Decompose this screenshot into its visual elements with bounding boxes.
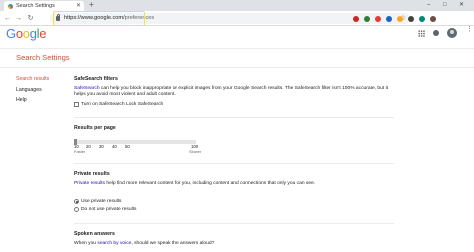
private-results-desc-text: help find more relevant content for you,… <box>104 181 316 186</box>
reload-icon[interactable]: ↻ <box>26 13 35 24</box>
back-arrow-icon[interactable]: ← <box>3 13 12 24</box>
safesearch-link[interactable]: SafeSearch <box>74 86 100 91</box>
sidebar-item-search-results[interactable]: Search results <box>16 76 49 83</box>
sidebar-item-help[interactable]: Help <box>16 97 27 104</box>
safesearch-description: SafeSearch can help you block inappropri… <box>74 86 394 98</box>
lock-safesearch-link[interactable]: Lock SafeSearch <box>126 102 163 108</box>
use-private-results-radio[interactable] <box>74 199 79 204</box>
safesearch-checkbox[interactable] <box>74 102 79 107</box>
slider-tick-label[interactable]: 40 <box>112 144 117 149</box>
google-logo-letter: G <box>6 26 16 41</box>
google-favicon-icon <box>8 3 13 9</box>
extension-icon-5[interactable] <box>397 16 403 22</box>
browser-tab[interactable]: Search Settings ✕ <box>4 1 84 11</box>
private-results-title: Private results <box>74 171 110 177</box>
do-not-use-private-results-radio[interactable] <box>74 207 79 212</box>
spoken-answers-desc-pre: When you <box>74 241 98 246</box>
safesearch-title: SafeSearch filters <box>74 76 118 82</box>
section-divider <box>74 223 394 224</box>
browser-menu-icon[interactable]: ⋮ <box>466 25 473 35</box>
extension-icon-1[interactable] <box>353 16 359 22</box>
section-divider <box>74 163 394 164</box>
title-divider <box>0 67 474 68</box>
tab-strip: Search Settings ✕ + – □ ✕ <box>0 0 474 11</box>
extension-icon-2[interactable] <box>364 16 370 22</box>
extension-icon-8[interactable] <box>430 16 436 22</box>
minimize-button[interactable]: – <box>427 0 430 10</box>
do-not-use-private-results-label[interactable]: Do not use private results <box>81 207 136 213</box>
slider-tick-label[interactable]: 50 <box>125 144 130 149</box>
safesearch-desc-text: can help you block inappropriate or expl… <box>74 86 389 98</box>
tab-title: Search Settings <box>16 3 55 9</box>
extension-icon-6[interactable] <box>408 16 414 22</box>
google-logo-letter: o <box>15 26 23 41</box>
extension-icon-4[interactable] <box>386 16 392 22</box>
slider-tick-label[interactable]: 30 <box>99 144 104 149</box>
notifications-icon[interactable] <box>433 30 439 36</box>
forward-arrow-icon[interactable]: → <box>14 13 23 24</box>
google-logo-letter: e <box>39 26 47 41</box>
maximize-button[interactable]: □ <box>443 0 447 10</box>
slider-tick-label[interactable]: 20 <box>86 144 91 149</box>
private-results-description: Private results help find more relevant … <box>74 181 374 187</box>
sidebar-item-languages[interactable]: Languages <box>16 87 42 94</box>
slower-label: Slower <box>189 149 202 154</box>
google-logo[interactable]: Google <box>6 27 46 41</box>
extension-icon-3[interactable] <box>375 16 381 22</box>
use-private-results-label[interactable]: Use private results <box>81 199 122 205</box>
results-per-page-slider[interactable] <box>74 139 196 145</box>
new-tab-button[interactable]: + <box>89 0 94 10</box>
apps-grid-icon[interactable] <box>418 30 425 37</box>
spoken-answers-title: Spoken answers <box>74 231 115 237</box>
avatar[interactable] <box>447 28 457 38</box>
spoken-answers-desc-post: , should we speak the answers aloud? <box>131 241 215 246</box>
google-logo-letter: g <box>29 26 37 41</box>
google-logo-letter: o <box>22 26 30 41</box>
safesearch-checkbox-label[interactable]: Turn on SafeSearch <box>81 102 125 108</box>
results-per-page-title: Results per page <box>74 125 116 131</box>
extension-icon-7[interactable] <box>419 16 425 22</box>
section-divider <box>74 117 394 118</box>
close-window-button[interactable]: ✕ <box>459 0 464 10</box>
header-divider <box>0 48 474 49</box>
private-results-link[interactable]: Private results <box>74 181 105 186</box>
tab-close-icon[interactable]: ✕ <box>76 1 81 11</box>
page-title: Search Settings <box>16 53 70 62</box>
url-highlight-box <box>53 11 145 26</box>
spoken-answers-description: When you search by voice, should we spea… <box>74 241 394 247</box>
faster-label: Faster <box>74 149 86 154</box>
search-by-voice-link[interactable]: search by voice <box>97 241 131 246</box>
